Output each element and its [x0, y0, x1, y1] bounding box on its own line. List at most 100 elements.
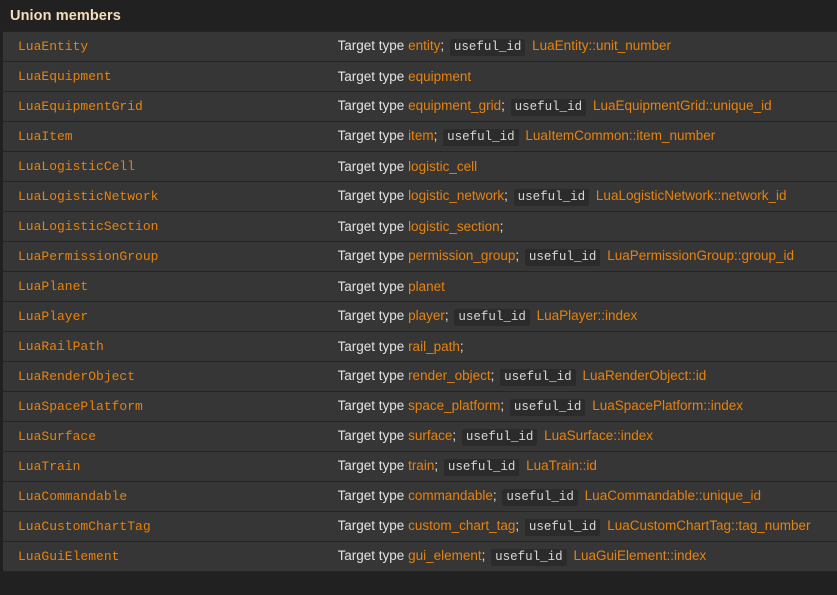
target-type-link[interactable]: entity — [408, 38, 440, 53]
union-member-class-link[interactable]: LuaSpacePlatform — [18, 399, 143, 414]
union-member-description-cell: Target type item; useful_id LuaItemCommo… — [337, 121, 837, 152]
union-member-description-cell: Target type planet — [337, 271, 837, 302]
union-member-class-link[interactable]: LuaPlayer — [18, 309, 88, 324]
target-type-label: Target type — [337, 98, 405, 113]
target-type-link[interactable]: rail_path — [408, 339, 460, 354]
target-type-link[interactable]: item — [408, 128, 434, 143]
target-type-link[interactable]: custom_chart_tag — [408, 518, 515, 533]
union-member-name-cell: LuaCustomChartTag — [0, 511, 338, 542]
semicolon-separator: ; — [515, 248, 520, 263]
union-member-class-link[interactable]: LuaGuiElement — [18, 549, 119, 564]
union-member-class-link[interactable]: LuaLogisticNetwork — [18, 189, 158, 204]
target-type-label: Target type — [337, 278, 405, 294]
target-type-link[interactable]: commandable — [408, 488, 493, 503]
union-member-name-cell: LuaSpacePlatform — [0, 391, 338, 422]
target-type-link[interactable]: train — [408, 458, 434, 473]
union-member-description-cell: Target type player; useful_id LuaPlayer:… — [337, 301, 837, 332]
union-member-class-link[interactable]: LuaEntity — [18, 39, 88, 54]
semicolon-separator: ; — [500, 398, 505, 413]
useful-id-reference-link[interactable]: LuaCommandable::unique_id — [585, 488, 761, 503]
target-type-link[interactable]: logistic_section — [408, 219, 500, 234]
target-type-link[interactable]: player — [408, 308, 445, 323]
union-member-class-link[interactable]: LuaSurface — [18, 429, 96, 444]
target-type-link[interactable]: equipment — [408, 69, 471, 84]
useful-id-code: useful_id — [524, 249, 601, 266]
union-member-name-cell: LuaTrain — [0, 451, 338, 482]
target-type-link[interactable]: surface — [408, 428, 452, 443]
union-member-description-cell: Target type equipment_grid; useful_id Lu… — [337, 91, 837, 122]
useful-id-reference-link[interactable]: LuaTrain::id — [526, 458, 597, 473]
union-member-name-cell: LuaEquipmentGrid — [0, 91, 338, 122]
useful-id-reference-link[interactable]: LuaEntity::unit_number — [532, 38, 671, 53]
useful-id-reference-link[interactable]: LuaGuiElement::index — [573, 548, 706, 563]
useful-id-reference-link[interactable]: LuaCustomChartTag::tag_number — [607, 518, 810, 533]
useful-id-reference-link[interactable]: LuaRenderObject::id — [582, 368, 706, 383]
target-type-link[interactable]: gui_element — [408, 548, 482, 563]
target-type-link[interactable]: logistic_network — [408, 188, 504, 203]
union-member-name-cell: LuaEntity — [0, 31, 338, 62]
useful-id-code: useful_id — [513, 189, 590, 206]
target-type-label: Target type — [337, 488, 405, 503]
useful-id-reference-link[interactable]: LuaEquipmentGrid::unique_id — [593, 98, 772, 113]
target-type-label: Target type — [337, 458, 405, 473]
useful-id-reference-link[interactable]: LuaPermissionGroup::group_id — [607, 248, 794, 263]
target-type-label: Target type — [337, 338, 405, 354]
union-member-class-link[interactable]: LuaItem — [18, 129, 73, 144]
table-row: LuaPlanet Target type planet — [0, 271, 837, 302]
union-member-description-cell: Target type custom_chart_tag; useful_id … — [337, 511, 837, 542]
union-member-class-link[interactable]: LuaRailPath — [18, 339, 104, 354]
union-member-description-cell: Target type rail_path; — [337, 331, 837, 362]
union-member-class-link[interactable]: LuaPermissionGroup — [18, 249, 158, 264]
useful-id-code: useful_id — [443, 129, 519, 146]
useful-id-reference-link[interactable]: LuaSurface::index — [544, 428, 653, 443]
table-row: LuaLogisticCell Target type logistic_cell — [0, 151, 837, 182]
table-row: LuaEquipment Target type equipment — [0, 61, 837, 92]
union-member-class-link[interactable]: LuaCommandable — [18, 489, 127, 504]
useful-id-reference-link[interactable]: LuaPlayer::index — [537, 308, 638, 323]
union-member-description-cell: Target type logistic_cell — [337, 151, 837, 182]
semicolon-separator: ; — [440, 38, 445, 53]
target-type-link[interactable]: logistic_cell — [408, 159, 477, 174]
table-row: LuaItem Target type item; useful_id LuaIt… — [0, 121, 837, 152]
table-row: LuaCustomChartTag Target type custom_char… — [0, 511, 837, 542]
useful-id-code: useful_id — [509, 399, 586, 416]
target-type-label: Target type — [337, 248, 405, 263]
union-member-class-link[interactable]: LuaTrain — [18, 459, 80, 474]
union-member-name-cell: LuaItem — [0, 121, 338, 152]
union-member-name-cell: LuaSurface — [0, 421, 338, 452]
target-type-link[interactable]: space_platform — [408, 398, 500, 413]
target-type-link[interactable]: permission_group — [408, 248, 515, 263]
union-member-class-link[interactable]: LuaLogisticCell — [18, 159, 135, 174]
table-row: LuaPlayer Target type player; useful_id L… — [0, 301, 837, 332]
useful-id-reference-link[interactable]: LuaItemCommon::item_number — [525, 128, 715, 143]
union-member-class-link[interactable]: LuaLogisticSection — [18, 219, 158, 234]
union-member-name-cell: LuaPermissionGroup — [0, 241, 338, 272]
union-member-name-cell: LuaRailPath — [0, 331, 338, 362]
page-title: Union members — [10, 8, 121, 24]
union-member-class-link[interactable]: LuaCustomChartTag — [18, 519, 151, 534]
union-member-name-cell: LuaPlanet — [0, 271, 338, 302]
union-members-table: LuaEntity Target type entity; useful_id L… — [0, 31, 837, 572]
semicolon-separator: ; — [444, 308, 449, 323]
useful-id-reference-link[interactable]: LuaSpacePlatform::index — [592, 398, 743, 413]
target-type-link[interactable]: planet — [408, 279, 445, 294]
union-member-description-cell: Target type render_object; useful_id Lua… — [337, 361, 837, 392]
useful-id-code: useful_id — [461, 429, 538, 446]
semicolon-separator: ; — [499, 218, 504, 234]
semicolon-separator: ; — [515, 518, 520, 533]
useful-id-reference-link[interactable]: LuaLogisticNetwork::network_id — [596, 188, 787, 203]
union-member-class-link[interactable]: LuaPlanet — [18, 279, 88, 294]
semicolon-separator: ; — [501, 98, 505, 113]
union-member-class-link[interactable]: LuaRenderObject — [18, 369, 135, 384]
table-row: LuaEntity Target type entity; useful_id L… — [0, 31, 837, 62]
target-type-label: Target type — [337, 548, 405, 563]
union-member-class-link[interactable]: LuaEquipmentGrid — [18, 99, 143, 114]
table-row: LuaPermissionGroup Target type permission… — [0, 241, 837, 272]
semicolon-separator: ; — [504, 188, 508, 203]
useful-id-code: useful_id — [449, 39, 526, 56]
union-member-class-link[interactable]: LuaEquipment — [18, 69, 112, 84]
target-type-label: Target type — [337, 158, 405, 174]
target-type-link[interactable]: equipment_grid — [408, 98, 501, 113]
target-type-link[interactable]: render_object — [408, 368, 491, 383]
target-type-label: Target type — [337, 218, 405, 234]
